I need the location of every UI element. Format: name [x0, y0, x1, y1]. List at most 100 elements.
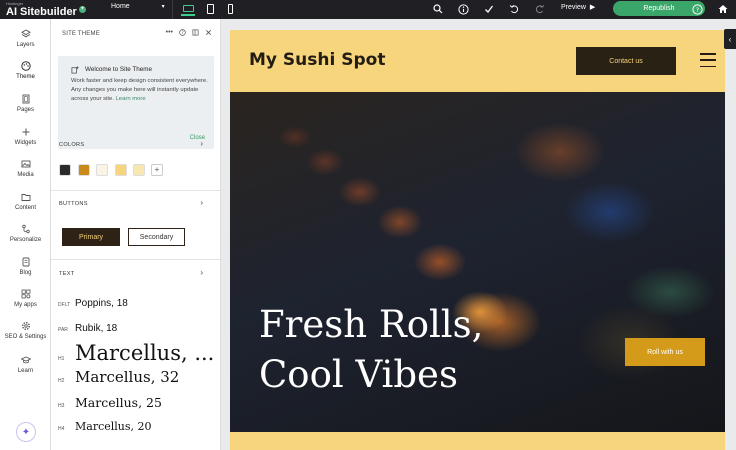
preview-label: Preview: [561, 4, 586, 11]
section-divider: [51, 259, 220, 260]
sidebar-item-label: Layers: [16, 42, 35, 48]
more-options-icon[interactable]: •••: [166, 29, 173, 38]
sidebar-item-label: Widgets: [14, 140, 37, 146]
text-style-value: Marcellus, 32: [75, 368, 180, 386]
desktop-view-icon[interactable]: [181, 2, 195, 16]
page-selector[interactable]: Home ▾: [111, 3, 165, 10]
secondary-button-preview[interactable]: Secondary: [128, 228, 185, 246]
left-navigation: Layers Theme Pages Widgets Media Content: [0, 19, 51, 450]
section-divider: [51, 190, 220, 191]
play-icon: ▶: [589, 4, 596, 11]
sidebar-item-content[interactable]: Content: [0, 192, 51, 211]
sparkle-icon: ✦: [21, 426, 31, 438]
sidebar-item-pages[interactable]: Pages: [0, 94, 51, 113]
sidebar-item-theme[interactable]: Theme: [0, 61, 51, 80]
text-style-value: Marcellus, 20: [75, 420, 152, 433]
sidebar-item-label: My apps: [14, 302, 37, 308]
page-select-label: Home: [111, 3, 130, 10]
brand-plus-icon: +: [78, 6, 86, 13]
site-logo[interactable]: My Sushi Spot: [249, 50, 385, 70]
hero-title[interactable]: Fresh Rolls, Cool Vibes: [259, 300, 483, 400]
panel-title: SITE THEME: [62, 31, 100, 37]
hamburger-menu-icon[interactable]: [700, 53, 716, 67]
home-icon[interactable]: [716, 2, 730, 16]
text-style-tag: PAR: [58, 327, 68, 333]
collapse-panel-button[interactable]: ‹: [724, 29, 736, 49]
sidebar-item-blog[interactable]: Blog: [0, 257, 51, 276]
chevron-right-icon[interactable]: ›: [200, 139, 203, 148]
theme-sparkle-icon: [71, 65, 80, 76]
sidebar-item-label: Personalize: [9, 237, 42, 243]
welcome-body: Work faster and keep design consistent e…: [71, 78, 208, 102]
color-swatch[interactable]: [78, 164, 90, 176]
text-style-row[interactable]: DFLT Poppins, 18: [58, 298, 128, 309]
sidebar-item-learn[interactable]: Learn: [0, 355, 51, 374]
website-preview: My Sushi Spot Contact us Fresh Rolls, Co…: [230, 30, 725, 450]
blog-icon: [21, 257, 31, 267]
chevron-left-icon: ‹: [728, 34, 732, 44]
mobile-view-icon[interactable]: [223, 2, 237, 16]
help-icon[interactable]: ?: [690, 2, 704, 16]
color-swatch[interactable]: [133, 164, 145, 176]
ai-assistant-button[interactable]: ✦: [16, 422, 36, 442]
text-style-value: Marcellus, ...: [75, 341, 215, 365]
undo-icon[interactable]: [507, 2, 521, 16]
sidebar-item-label: Blog: [19, 270, 32, 276]
primary-button-preview[interactable]: Primary: [62, 228, 120, 246]
welcome-card: Welcome to Site Theme Work faster and ke…: [58, 56, 214, 149]
text-style-tag: DFLT: [58, 302, 71, 308]
text-style-tag: H4: [58, 426, 65, 432]
buttons-section-label: BUTTONS: [59, 201, 88, 207]
info-icon[interactable]: [456, 2, 470, 16]
folder-icon: [21, 192, 31, 202]
text-style-row[interactable]: H2 Marcellus, 32: [58, 368, 179, 386]
hero-title-line: Cool Vibes: [259, 353, 458, 396]
chevron-down-icon: ▾: [161, 4, 165, 10]
sidebar-item-media[interactable]: Media: [0, 159, 51, 178]
tablet-view-icon[interactable]: [203, 2, 217, 16]
site-theme-panel: SITE THEME ••• ? Welcome to Site Theme W…: [51, 19, 221, 450]
check-icon[interactable]: [482, 2, 496, 16]
redo-icon[interactable]: [533, 2, 547, 16]
toolbar-divider: [172, 0, 173, 19]
color-swatch[interactable]: [96, 164, 108, 176]
top-toolbar: Hostinger AI Sitebuilder + Home ▾ Previe…: [0, 0, 736, 19]
site-header[interactable]: My Sushi Spot Contact us: [230, 30, 725, 92]
text-style-value: Rubik, 18: [75, 323, 118, 334]
color-swatch[interactable]: [115, 164, 127, 176]
pages-icon: [21, 94, 31, 104]
sidebar-item-seo-settings[interactable]: SEO & Settings: [0, 321, 51, 340]
apps-icon: [21, 289, 31, 299]
sidebar-item-personalize[interactable]: Personalize: [0, 224, 51, 243]
brand-ai-text: AI: [6, 6, 17, 18]
search-icon[interactable]: [431, 2, 445, 16]
contact-us-button[interactable]: Contact us: [576, 47, 676, 75]
palette-icon: [20, 61, 31, 71]
add-color-button[interactable]: +: [151, 164, 163, 176]
preview-button[interactable]: Preview ▶: [561, 3, 595, 11]
personalize-icon: [21, 224, 31, 234]
detach-panel-icon[interactable]: [192, 29, 199, 38]
text-section-label: TEXT: [59, 271, 75, 277]
chevron-right-icon[interactable]: ›: [200, 268, 203, 277]
chevron-right-icon[interactable]: ›: [200, 198, 203, 207]
text-style-tag: H2: [58, 378, 65, 384]
roll-with-us-button[interactable]: Roll with us: [625, 338, 705, 366]
gear-icon: [21, 321, 31, 331]
sidebar-item-layers[interactable]: Layers: [0, 29, 51, 48]
text-style-tag: H3: [58, 403, 65, 409]
hero-section[interactable]: Fresh Rolls, Cool Vibes Roll with us: [230, 92, 725, 432]
text-style-row[interactable]: H1 Marcellus, ...: [58, 341, 214, 365]
learn-more-link[interactable]: Learn more: [116, 96, 146, 102]
sidebar-item-label: Learn: [17, 368, 34, 374]
sidebar-item-my-apps[interactable]: My apps: [0, 289, 51, 308]
brand-logo[interactable]: Hostinger AI Sitebuilder +: [6, 1, 86, 18]
color-swatch[interactable]: [59, 164, 71, 176]
text-style-row[interactable]: PAR Rubik, 18: [58, 323, 117, 334]
hero-title-line: Fresh Rolls,: [259, 303, 484, 346]
close-icon[interactable]: [205, 29, 212, 38]
text-style-row[interactable]: H4 Marcellus, 20: [58, 420, 152, 433]
help-icon[interactable]: ?: [179, 29, 186, 38]
sidebar-item-widgets[interactable]: Widgets: [0, 127, 51, 146]
text-style-row[interactable]: H3 Marcellus, 25: [58, 395, 162, 410]
